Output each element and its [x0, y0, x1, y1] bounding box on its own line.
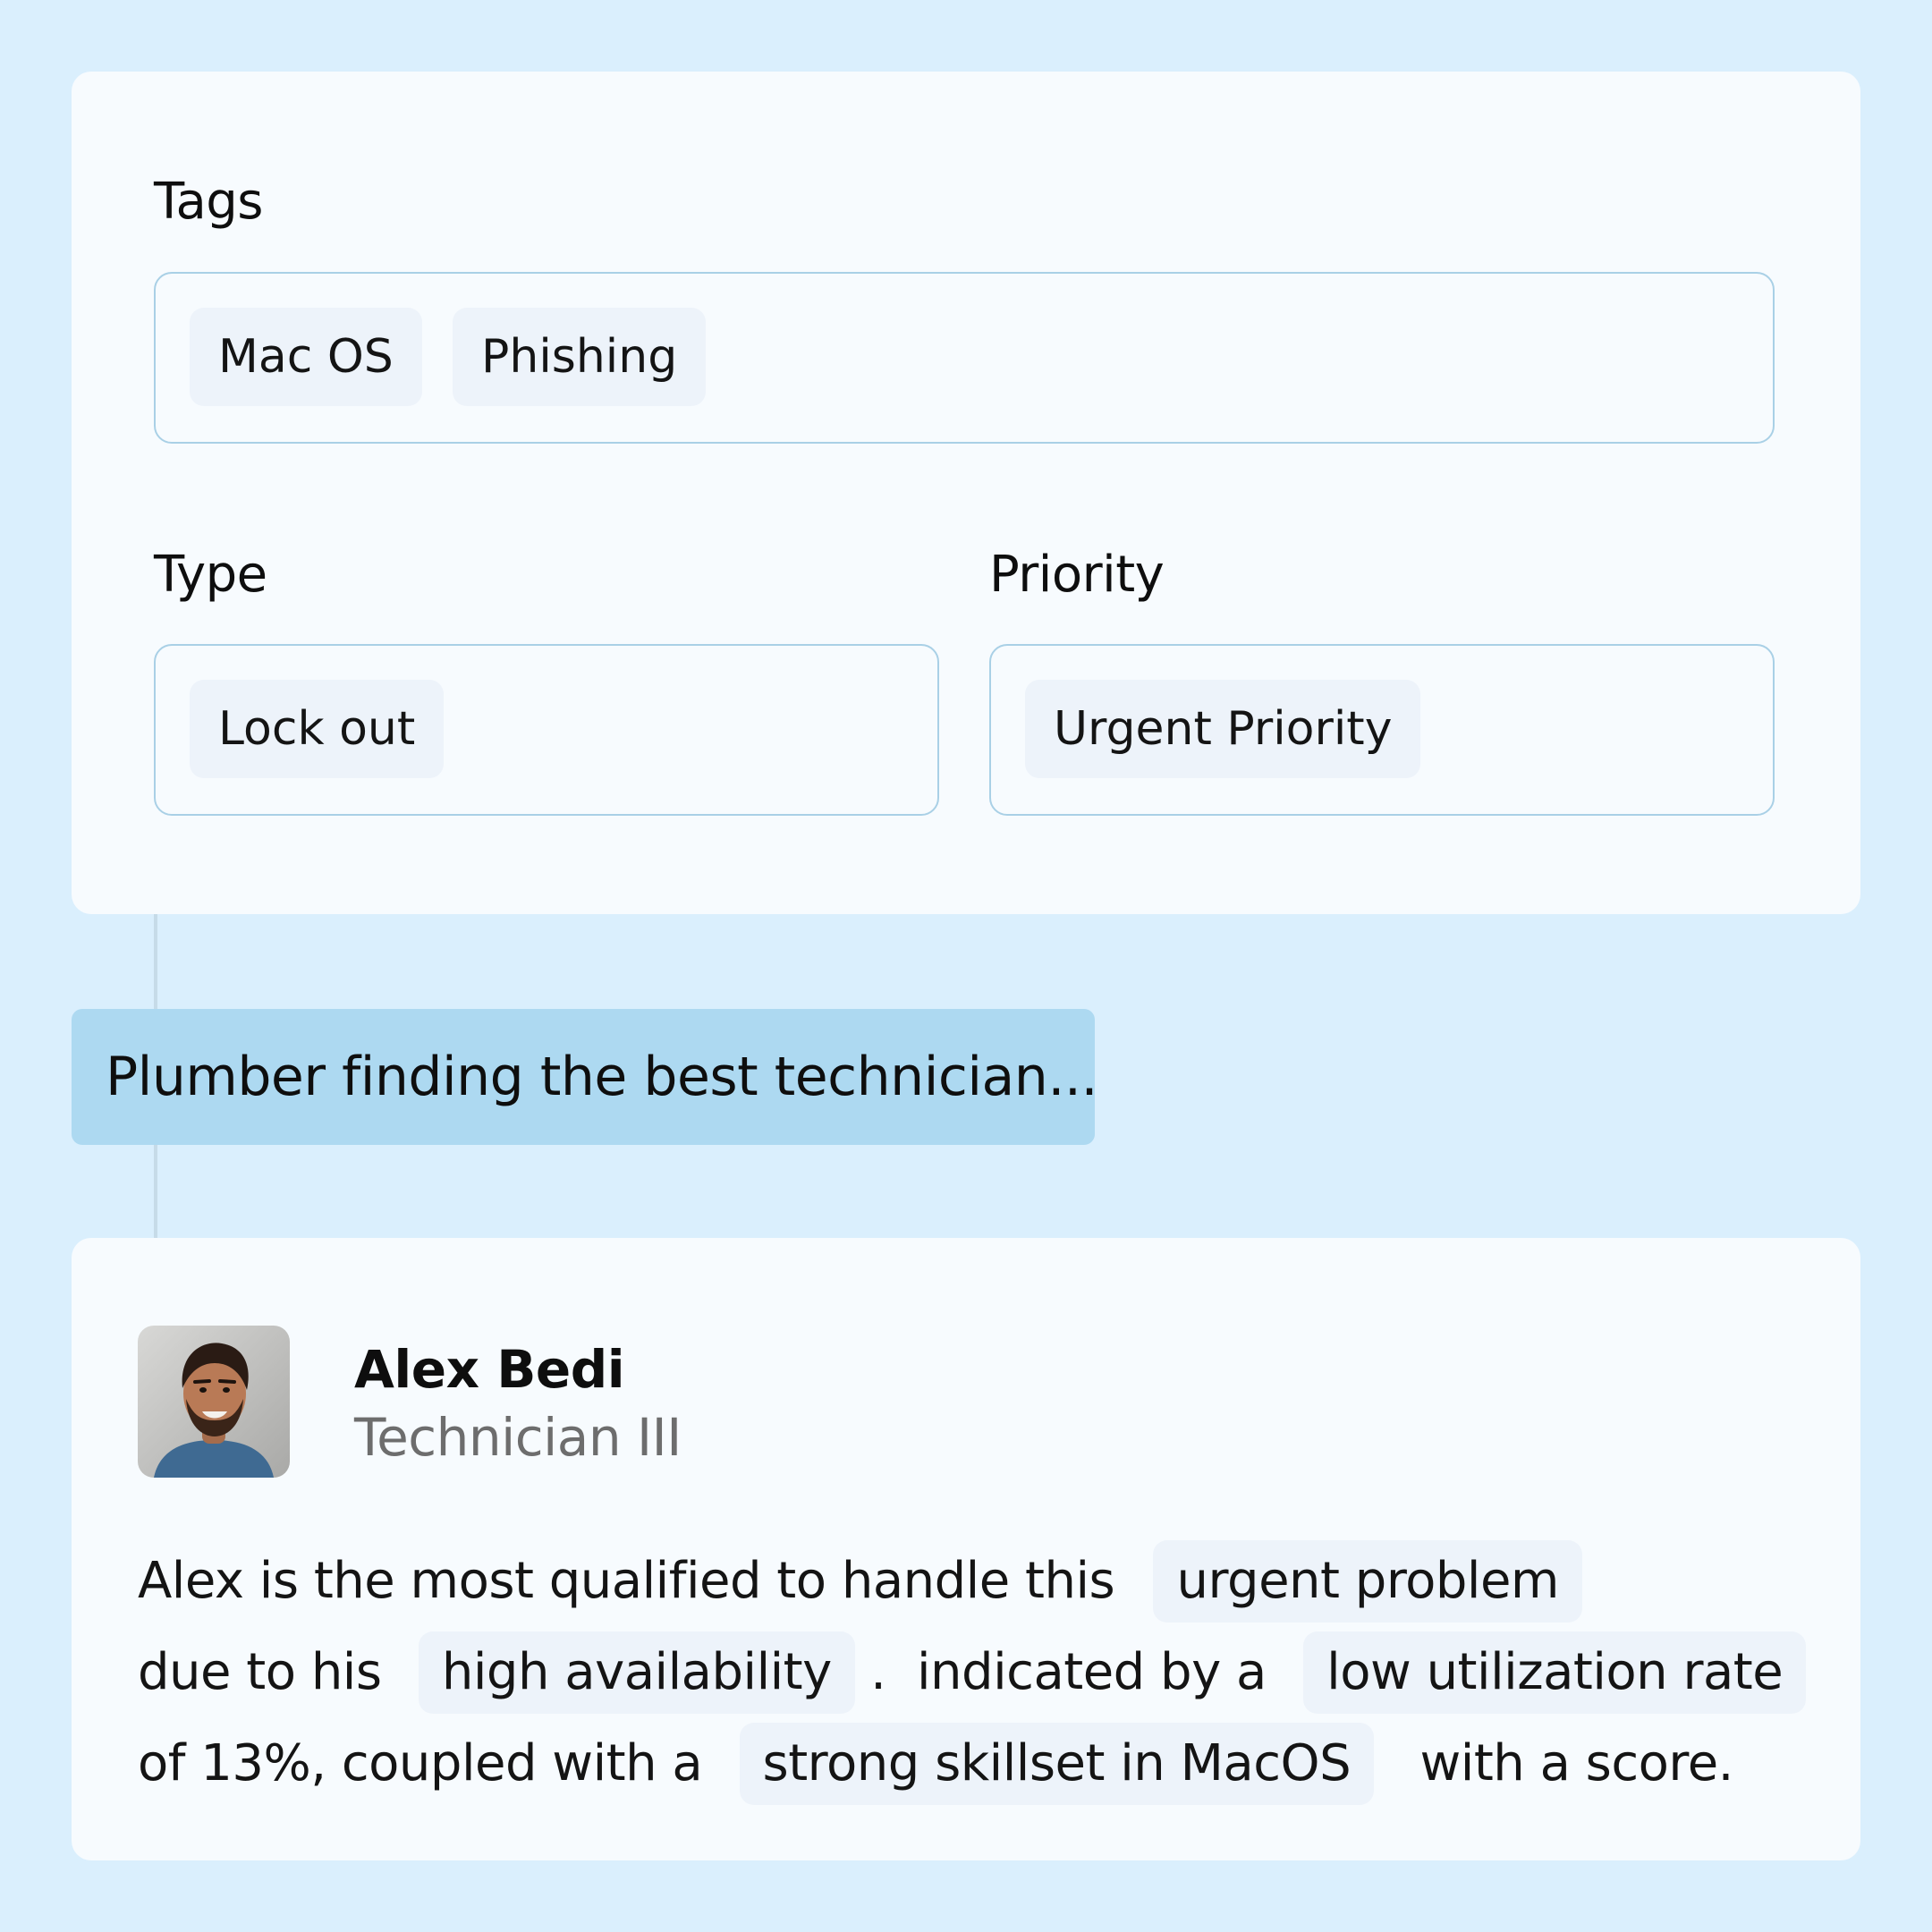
ticket-details-card: Tags Mac OS Phishing Type Lock out Prior… [72, 72, 1860, 914]
priority-chip-urgent[interactable]: Urgent Priority [1025, 680, 1421, 778]
reason-line-3: of 13%, coupled with a strong skillset i… [138, 1723, 1733, 1805]
priority-field[interactable]: Urgent Priority [989, 644, 1775, 816]
type-chip-lockout[interactable]: Lock out [190, 680, 445, 778]
technician-role: Technician III [354, 1407, 682, 1468]
avatar [138, 1326, 290, 1478]
tags-field[interactable]: Mac OS Phishing [154, 272, 1775, 444]
reason-highlight-urgent-problem: urgent problem [1153, 1540, 1582, 1623]
type-label: Type [154, 546, 267, 604]
reason-highlight-skillset: strong skillset in MacOS [739, 1723, 1375, 1805]
flow-connector-line [154, 914, 157, 1009]
reason-text: . indicated by a [870, 1643, 1267, 1701]
tag-chip-macos[interactable]: Mac OS [190, 308, 422, 406]
reason-line-2: due to his high availability . indicated… [138, 1631, 1807, 1714]
tags-label: Tags [154, 173, 263, 231]
technician-name: Alex Bedi [354, 1339, 625, 1400]
reason-highlight-high-availability: high availability [418, 1631, 855, 1714]
reason-line-1: Alex is the most qualified to handle thi… [138, 1540, 1582, 1623]
type-field[interactable]: Lock out [154, 644, 939, 816]
reason-text: of 13%, coupled with a [138, 1734, 703, 1792]
flow-connector-line [154, 1145, 157, 1238]
technician-card: Alex Bedi Technician III Alex is the mos… [72, 1238, 1860, 1860]
priority-label: Priority [989, 546, 1165, 604]
reason-text: with a score. [1419, 1734, 1733, 1792]
tag-chip-phishing[interactable]: Phishing [453, 308, 707, 406]
reason-text: Alex is the most qualified to handle thi… [138, 1552, 1115, 1610]
reason-text: due to his [138, 1643, 382, 1701]
reason-highlight-low-utilization: low utilization rate [1303, 1631, 1807, 1714]
person-photo-icon [138, 1326, 290, 1478]
status-banner: Plumber finding the best technician... [72, 1009, 1098, 1145]
